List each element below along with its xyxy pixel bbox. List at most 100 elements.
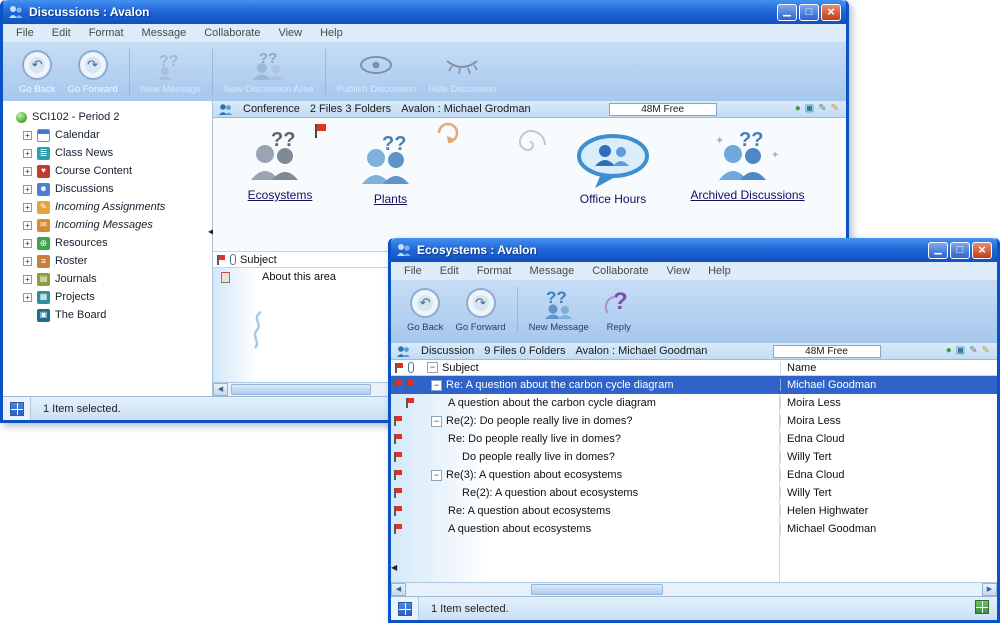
sidebar-item-root[interactable]: SCI102 - Period 2 xyxy=(3,108,212,126)
expand-icon[interactable] xyxy=(23,149,32,158)
maximize-button[interactable] xyxy=(950,242,970,259)
presence-icon[interactable]: ● xyxy=(946,346,952,356)
expand-icon[interactable] xyxy=(23,185,32,194)
titlebar[interactable]: Ecosystems : Avalon xyxy=(391,238,997,262)
properties-icon[interactable]: ▣ xyxy=(805,104,814,114)
subject-column-header[interactable]: Subject xyxy=(240,254,277,266)
menu-file[interactable]: File xyxy=(7,27,43,39)
view-mode-button[interactable] xyxy=(975,600,997,617)
course-content-icon xyxy=(37,165,50,178)
menu-view[interactable]: View xyxy=(269,27,311,39)
table-row[interactable]: Re(2): Do people really live in domes? M… xyxy=(391,412,997,430)
properties-icon[interactable]: ▣ xyxy=(956,346,965,356)
new-discussion-area-button[interactable]: ?? New Discussion Area xyxy=(218,48,320,95)
splitter-collapse-arrow[interactable]: ◀ xyxy=(391,563,397,572)
collapse-icon[interactable] xyxy=(431,470,442,481)
collapse-icon[interactable] xyxy=(431,380,442,391)
pen-icon[interactable]: ✎ xyxy=(982,346,990,356)
edit-icon[interactable]: ✎ xyxy=(969,346,977,356)
menu-message[interactable]: Message xyxy=(521,265,584,277)
menu-view[interactable]: View xyxy=(657,265,699,277)
attachment-column-icon[interactable] xyxy=(408,362,414,373)
table-row[interactable]: Re: A question about ecosystems Helen Hi… xyxy=(391,502,997,520)
table-row[interactable]: A question about ecosystems Michael Good… xyxy=(391,520,997,538)
sidebar-item-the-board[interactable]: The Board xyxy=(3,306,212,324)
expand-icon[interactable] xyxy=(23,131,32,140)
menu-collaborate[interactable]: Collaborate xyxy=(195,27,269,39)
collapse-all-icon[interactable] xyxy=(427,362,438,373)
collapse-icon[interactable] xyxy=(431,416,442,427)
horizontal-scrollbar[interactable] xyxy=(391,582,997,596)
pen-icon[interactable]: ✎ xyxy=(831,104,839,114)
expand-icon[interactable] xyxy=(23,167,32,176)
sidebar-item-resources[interactable]: Resources xyxy=(3,234,212,252)
table-row[interactable]: Re(3): A question about ecosystems Edna … xyxy=(391,466,997,484)
scroll-left-arrow[interactable] xyxy=(391,583,406,596)
expand-icon[interactable] xyxy=(23,293,32,302)
go-forward-button[interactable]: Go Forward xyxy=(449,286,511,333)
scrollbar-thumb[interactable] xyxy=(231,384,371,395)
scroll-left-arrow[interactable] xyxy=(213,383,228,396)
menu-collaborate[interactable]: Collaborate xyxy=(583,265,657,277)
menu-message[interactable]: Message xyxy=(133,27,196,39)
sidebar-item-discussions[interactable]: Discussions xyxy=(3,180,212,198)
menu-file[interactable]: File xyxy=(395,265,431,277)
new-message-button[interactable]: ?? New Message xyxy=(523,286,595,333)
scrollbar-thumb[interactable] xyxy=(531,584,663,595)
conference-link-plants[interactable]: ?? Plants xyxy=(343,132,438,206)
view-grid-button[interactable] xyxy=(3,397,31,420)
subject-column-header[interactable]: Subject xyxy=(442,362,479,374)
menu-edit[interactable]: Edit xyxy=(431,265,468,277)
go-forward-button[interactable]: Go Forward xyxy=(61,48,123,95)
reply-button[interactable]: ? Reply xyxy=(595,286,643,333)
attachment-column-icon[interactable] xyxy=(230,254,236,265)
close-button[interactable] xyxy=(821,4,841,21)
expand-icon[interactable] xyxy=(23,275,32,284)
go-back-button[interactable]: Go Back xyxy=(13,48,61,95)
go-back-button[interactable]: Go Back xyxy=(401,286,449,333)
conference-link-office-hours[interactable]: Office Hours xyxy=(553,132,673,206)
menu-format[interactable]: Format xyxy=(468,265,521,277)
presence-icon[interactable]: ● xyxy=(795,104,801,114)
publish-discussion-button[interactable]: Publish Discussion xyxy=(331,48,423,95)
sidebar-item-journals[interactable]: Journals xyxy=(3,270,212,288)
menu-help[interactable]: Help xyxy=(699,265,740,277)
menu-format[interactable]: Format xyxy=(80,27,133,39)
conference-link-archived-discussions[interactable]: ??✦✦ Archived Discussions xyxy=(675,128,820,202)
edit-icon[interactable]: ✎ xyxy=(818,104,826,114)
sidebar-item-projects[interactable]: Projects xyxy=(3,288,212,306)
table-row[interactable]: Re(2): A question about ecosystems Willy… xyxy=(391,484,997,502)
expand-icon[interactable] xyxy=(23,221,32,230)
close-button[interactable] xyxy=(972,242,992,259)
sidebar-item-class-news[interactable]: Class News xyxy=(3,144,212,162)
minimize-button[interactable] xyxy=(928,242,948,259)
flag-column-icon[interactable] xyxy=(217,255,226,265)
plants-icon: ?? xyxy=(352,132,430,190)
expand-icon[interactable] xyxy=(23,239,32,248)
sidebar-item-incoming-messages[interactable]: Incoming Messages xyxy=(3,216,212,234)
sidebar-item-course-content[interactable]: Course Content xyxy=(3,162,212,180)
table-row[interactable]: A question about the carbon cycle diagra… xyxy=(391,394,997,412)
conference-orb-icon xyxy=(16,112,27,123)
expand-icon[interactable] xyxy=(23,257,32,266)
titlebar[interactable]: Discussions : Avalon xyxy=(3,0,846,24)
sidebar-item-incoming-assignments[interactable]: Incoming Assignments xyxy=(3,198,212,216)
view-grid-button[interactable] xyxy=(391,597,419,620)
new-message-button[interactable]: ?? New Message xyxy=(135,48,207,95)
sidebar-item-roster[interactable]: Roster xyxy=(3,252,212,270)
table-row[interactable]: Re: A question about the carbon cycle di… xyxy=(391,376,997,394)
scroll-right-arrow[interactable] xyxy=(982,583,997,596)
name-column-header[interactable]: Name xyxy=(780,362,997,374)
menu-edit[interactable]: Edit xyxy=(43,27,80,39)
assignments-icon xyxy=(37,201,50,214)
sidebar-item-calendar[interactable]: Calendar xyxy=(3,126,212,144)
conference-link-ecosystems[interactable]: ?? Ecosystems xyxy=(225,128,335,202)
minimize-button[interactable] xyxy=(777,4,797,21)
maximize-button[interactable] xyxy=(799,4,819,21)
menu-help[interactable]: Help xyxy=(311,27,352,39)
hide-discussion-button[interactable]: Hide Discussion xyxy=(422,48,502,95)
table-row[interactable]: Do people really live in domes? Willy Te… xyxy=(391,448,997,466)
table-row[interactable]: Re: Do people really live in domes? Edna… xyxy=(391,430,997,448)
expand-icon[interactable] xyxy=(23,203,32,212)
flag-column-icon[interactable] xyxy=(395,363,404,373)
